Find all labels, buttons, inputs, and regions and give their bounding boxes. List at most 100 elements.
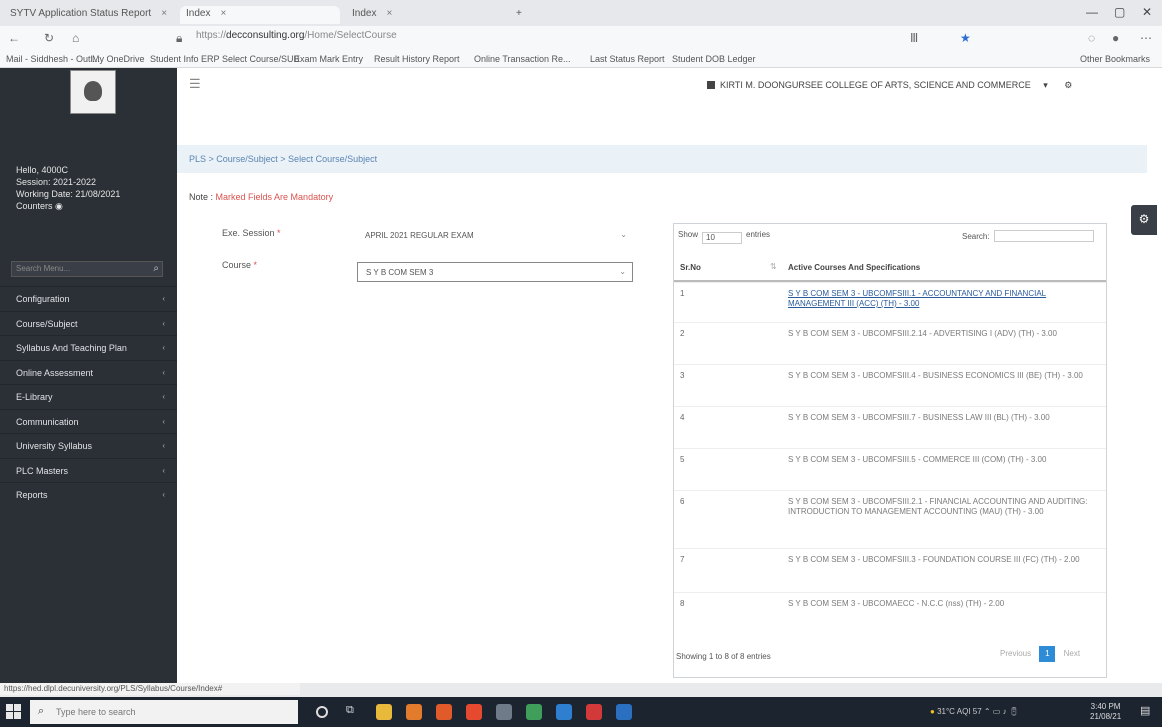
clock[interactable]: 3:40 PM 21/08/21 — [1090, 702, 1121, 722]
search-icon: ⌕ — [38, 705, 45, 717]
table-search-input[interactable] — [993, 230, 1094, 242]
col-active-courses[interactable]: Active Courses And Specifications — [788, 263, 920, 272]
table-header: Sr.No ⇅ Active Courses And Specification… — [674, 252, 1106, 282]
sidebar-item-online-assessment[interactable]: Online Assessment ‹ — [0, 359, 177, 385]
bookmark[interactable]: My OneDrive — [92, 54, 145, 64]
settings-gear-icon[interactable]: ⚙ — [1064, 80, 1072, 90]
other-bookmarks[interactable]: Other Bookmarks — [1080, 54, 1150, 64]
cortana-icon[interactable] — [316, 706, 328, 718]
previous-button[interactable]: Previous — [1000, 649, 1031, 658]
sidebar: Hello, 4000C Session: 2021-2022 Working … — [0, 68, 177, 683]
app-icon[interactable] — [586, 704, 602, 720]
new-tab-button[interactable]: + — [510, 6, 530, 24]
course-link[interactable]: S Y B COM SEM 3 - UBCOMFSIII.7 - BUSINES… — [788, 413, 1098, 423]
course-link[interactable]: S Y B COM SEM 3 - UBCOMFSIII.2.1 - FINAN… — [788, 497, 1098, 517]
tray-icons: ⌃ ▭ ♪ 🔋︎ — [983, 707, 1019, 716]
extensions-icon[interactable]: ◌ — [1088, 31, 1095, 45]
app-icon[interactable] — [436, 704, 452, 720]
reader-icon[interactable]: Ⅲ — [910, 31, 918, 45]
chevron-left-icon: ‹ — [162, 343, 165, 352]
bookmark[interactable]: Exam Mark Entry — [294, 54, 363, 64]
close-window-icon[interactable]: ✕ — [1142, 5, 1152, 19]
bookmark[interactable]: Online Transaction Re... — [474, 54, 571, 64]
reload-icon[interactable]: ↻ — [44, 31, 54, 45]
system-tray[interactable]: ● 31°C AQI 57 ⌃ ▭ ♪ 🔋︎ — [930, 707, 1019, 716]
course-link[interactable]: S Y B COM SEM 3 - UBCOMFSIII.5 - COMMERC… — [788, 455, 1098, 465]
chevron-down-icon: ⌄ — [619, 267, 626, 276]
chevron-left-icon: ‹ — [162, 416, 165, 426]
course-link[interactable]: S Y B COM SEM 3 - UBCOMFSIII.2.14 - ADVE… — [788, 329, 1098, 339]
course-link[interactable]: S Y B COM SEM 3 - UBCOMFSIII.4 - BUSINES… — [788, 371, 1098, 381]
tab-status-report[interactable]: SYTV Application Status Report × — [4, 6, 174, 24]
browser-tab-bar: SYTV Application Status Report × Index × I… — [0, 0, 1162, 26]
college-logo — [70, 70, 116, 114]
maximize-icon[interactable]: ▢ — [1114, 5, 1125, 19]
app-icon[interactable] — [496, 704, 512, 720]
page-1-button[interactable]: 1 — [1039, 646, 1056, 662]
table-row: 3S Y B COM SEM 3 - UBCOMFSIII.4 - BUSINE… — [674, 364, 1106, 406]
sidebar-item-elibrary[interactable]: E-Library ‹ — [0, 384, 177, 409]
user-dropdown-icon[interactable]: ▾ — [1043, 80, 1048, 90]
menu-dots-icon[interactable]: ⋯ — [1140, 31, 1152, 45]
hamburger-icon[interactable]: ☰ — [189, 76, 201, 92]
col-sr-no[interactable]: Sr.No — [680, 263, 701, 272]
course-link[interactable]: S Y B COM SEM 3 - UBCOMFSIII.3 - FOUNDAT… — [788, 555, 1098, 565]
bookmark[interactable]: Select Course/SUB — [222, 54, 300, 64]
table-row: 2S Y B COM SEM 3 - UBCOMFSIII.2.14 - ADV… — [674, 322, 1106, 364]
chevron-left-icon: ‹ — [162, 294, 165, 303]
sidebar-search-input[interactable]: Search Menu... ⌕ — [11, 261, 163, 277]
sidebar-item-configuration[interactable]: Configuration ‹ — [0, 286, 177, 311]
app-icon[interactable] — [406, 704, 422, 720]
taskbar-search-input[interactable]: ⌕ Type here to search — [30, 700, 298, 724]
course-link[interactable]: S Y B COM SEM 3 - UBCOMAECC - N.C.C (nss… — [788, 599, 1098, 609]
exam-session-select[interactable]: APRIL 2021 REGULAR EXAM ⌄ — [357, 226, 633, 246]
minimize-icon[interactable]: — — [1086, 5, 1098, 19]
college-name: KIRTI M. DOONGURSEE COLLEGE OF ARTS, SCI… — [707, 80, 1072, 91]
counter-icon[interactable]: ◉ — [55, 201, 63, 211]
url-field[interactable]: https://decconsulting.org/Home/SelectCou… — [196, 30, 896, 46]
app-icon[interactable] — [616, 704, 632, 720]
sidebar-item-syllabus[interactable]: Syllabus And Teaching Plan ‹ — [0, 335, 177, 360]
close-icon[interactable]: × — [386, 8, 392, 19]
bookmark[interactable]: Result History Report — [374, 54, 460, 64]
exam-session-label: Exe. Session * — [222, 228, 281, 238]
profile-icon[interactable]: ● — [1112, 31, 1119, 45]
course-select[interactable]: S Y B COM SEM 3 ⌄ — [357, 262, 633, 282]
pagination: Previous 1 Next — [1000, 646, 1080, 662]
app-icon[interactable] — [466, 704, 482, 720]
sidebar-item-course-subject[interactable]: Course/Subject ‹ — [0, 310, 177, 336]
bookmark[interactable]: Last Status Report — [590, 54, 665, 64]
tab-index-active[interactable]: Index × — [180, 6, 340, 24]
bookmark[interactable]: Student Info ERP — [150, 54, 220, 64]
bookmark[interactable]: Mail - Siddhesh - Outl... — [6, 54, 100, 64]
chevron-down-icon: ⌄ — [620, 230, 627, 239]
sidebar-item-communication[interactable]: Communication ‹ — [0, 408, 177, 434]
table-row: 4S Y B COM SEM 3 - UBCOMFSIII.7 - BUSINE… — [674, 406, 1106, 448]
sidebar-item-plc-masters[interactable]: PLC Masters ‹ — [0, 457, 177, 483]
windows-start-icon[interactable] — [6, 704, 22, 720]
home-icon[interactable]: ⌂ — [72, 31, 79, 45]
bookmark[interactable]: Student DOB Ledger — [672, 54, 756, 64]
task-view-icon[interactable]: ⧉ — [346, 704, 362, 720]
close-icon[interactable]: × — [220, 8, 226, 19]
tab-index[interactable]: Index × — [346, 6, 506, 24]
college-icon — [707, 81, 715, 89]
app-icon[interactable] — [556, 704, 572, 720]
sidebar-item-university-syllabus[interactable]: University Syllabus ‹ — [0, 433, 177, 458]
sidebar-item-reports[interactable]: Reports ‹ — [0, 482, 177, 507]
next-button[interactable]: Next — [1064, 649, 1080, 658]
file-explorer-icon[interactable] — [376, 704, 392, 720]
sort-icon[interactable]: ⇅ — [770, 262, 777, 271]
star-icon[interactable]: ★ — [960, 31, 971, 45]
close-icon[interactable]: × — [161, 8, 167, 19]
main-content: ☰ KIRTI M. DOONGURSEE COLLEGE OF ARTS, S… — [177, 68, 1162, 683]
back-icon[interactable]: ← — [8, 31, 20, 45]
chevron-left-icon: ‹ — [162, 441, 165, 450]
course-table-panel: Show 10 entries Search: Sr.No ⇅ Active Cou… — [673, 223, 1107, 678]
settings-panel-button[interactable]: ⚙ — [1131, 205, 1157, 235]
course-link[interactable]: S Y B COM SEM 3 - UBCOMFSIII.1 - ACCOUNT… — [788, 289, 1098, 309]
chrome-icon[interactable] — [526, 704, 542, 720]
entries-select[interactable]: 10 — [702, 232, 743, 244]
search-icon[interactable]: ⌕ — [153, 263, 159, 274]
notifications-icon[interactable]: ▤ — [1140, 704, 1156, 720]
